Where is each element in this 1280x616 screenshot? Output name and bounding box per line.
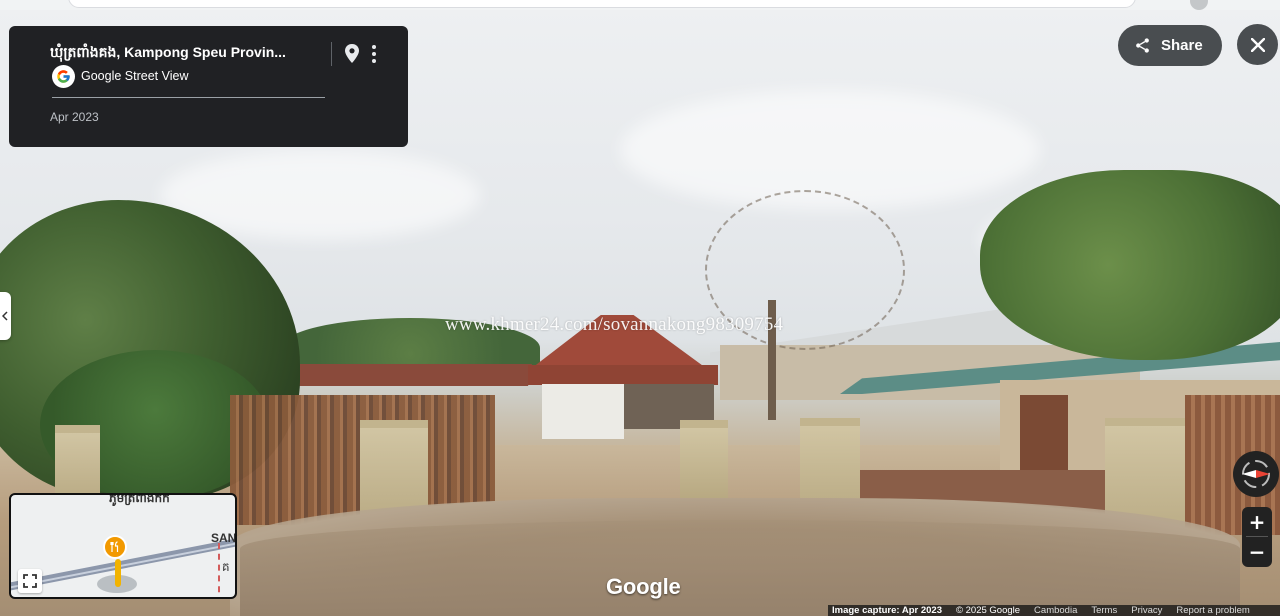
zoom-in-button[interactable]: + <box>1242 507 1272 536</box>
house-wall <box>542 384 624 439</box>
more-vert-icon[interactable] <box>366 42 382 66</box>
compass-button[interactable] <box>1233 451 1279 497</box>
divider <box>331 42 332 66</box>
profile-dot[interactable] <box>1190 0 1208 10</box>
capture-date[interactable]: Apr 2023 <box>50 110 99 124</box>
location-info-card: ឃុំត្រពាំងគង, Kampong Speu Provin... Goo… <box>9 26 408 147</box>
minimap-side-label: គ <box>222 560 230 574</box>
blurred-foreground <box>240 520 1240 616</box>
chevron-left-icon <box>1 311 8 321</box>
close-button[interactable] <box>1237 24 1278 65</box>
minimap[interactable]: ភូមិត្រពាំងកក់ SAN គ <box>9 493 237 599</box>
address-bar[interactable] <box>68 0 1136 8</box>
location-title[interactable]: ឃុំត្រពាំងគង, Kampong Speu Provin... <box>50 43 320 64</box>
copyright-text: © 2025 Google <box>956 605 1021 616</box>
restaurant-icon[interactable] <box>103 535 127 559</box>
google-watermark: Google <box>606 574 681 599</box>
attribution-bar: Image capture: Apr 2023 © 2025 Google Ca… <box>828 605 1280 616</box>
building-roof-left <box>268 364 532 386</box>
service-row: Google Street View <box>52 64 188 88</box>
zoom-out-button[interactable]: − <box>1242 537 1272 566</box>
house-roof-eave <box>528 365 718 385</box>
browser-address-strip <box>0 0 1280 10</box>
minimap-place-label: ភូមិត្រពាំងកក់ <box>109 493 170 505</box>
share-icon <box>1136 38 1149 53</box>
expand-panel-button[interactable] <box>0 292 11 340</box>
card-divider <box>52 97 325 98</box>
country-link[interactable]: Cambodia <box>1034 605 1077 616</box>
gate-pillar <box>680 420 728 498</box>
pin-icon[interactable] <box>342 42 362 66</box>
tree-right <box>980 170 1280 360</box>
fullscreen-icon <box>23 574 37 588</box>
service-label: Google Street View <box>81 69 189 83</box>
close-icon <box>1250 37 1265 52</box>
image-watermark: www.khmer24.com/sovannakong98309754 <box>445 314 784 335</box>
share-button[interactable]: Share <box>1118 25 1222 66</box>
fullscreen-button[interactable] <box>18 569 42 593</box>
privacy-link[interactable]: Privacy <box>1131 605 1162 616</box>
google-g-icon <box>52 64 75 88</box>
image-capture-text: Image capture: Apr 2023 <box>832 605 942 616</box>
compass-icon <box>1242 460 1270 488</box>
minimap-boundary <box>218 543 220 597</box>
report-problem-link[interactable]: Report a problem <box>1176 605 1249 616</box>
share-label: Share <box>1161 37 1203 54</box>
pegman-icon <box>115 559 121 587</box>
minimap-road-label: SAN <box>211 531 237 545</box>
terms-link[interactable]: Terms <box>1091 605 1117 616</box>
zoom-control: + − <box>1242 507 1272 567</box>
